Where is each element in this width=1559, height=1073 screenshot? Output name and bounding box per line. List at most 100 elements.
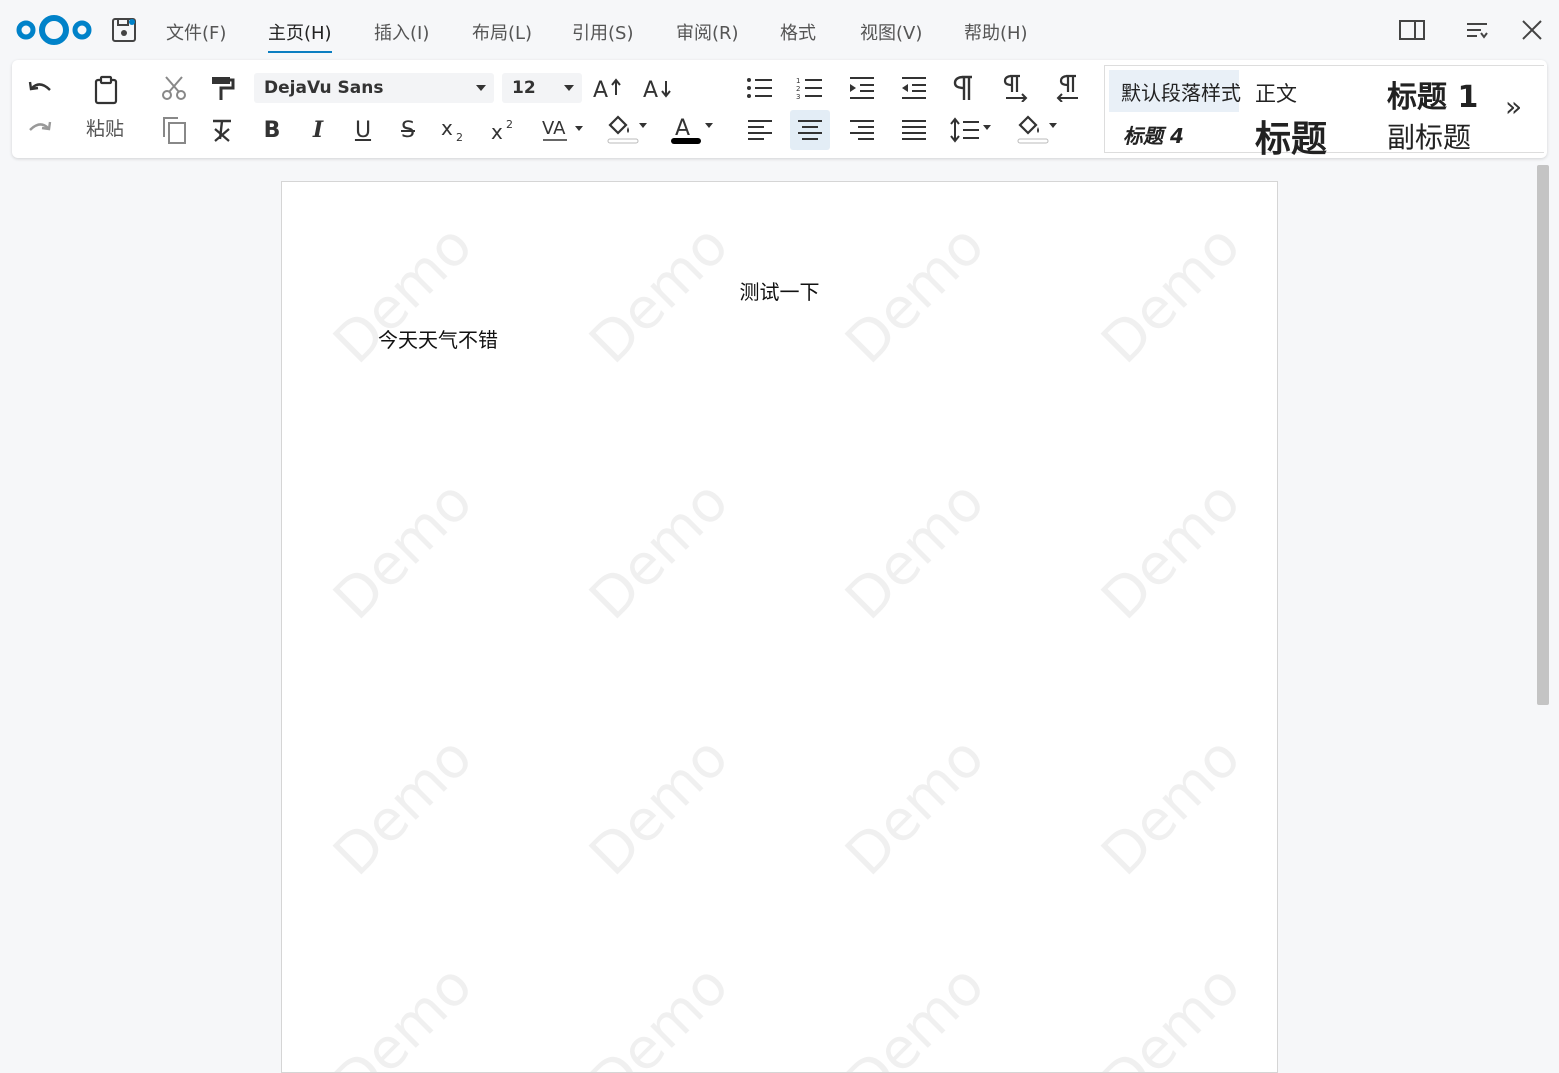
- numbered-list-button[interactable]: 123: [794, 72, 826, 104]
- shading-fill-icon: [1017, 115, 1057, 144]
- style-heading-4[interactable]: 标题 4: [1123, 120, 1184, 149]
- clear-formatting-button[interactable]: [206, 114, 238, 146]
- cut-button[interactable]: [158, 72, 190, 104]
- underline-label: U: [354, 117, 372, 143]
- grow-font-button[interactable]: A: [592, 72, 624, 104]
- svg-text:A: A: [593, 78, 608, 101]
- underline-button[interactable]: U: [347, 114, 379, 146]
- watermark: Demo: [1089, 468, 1254, 633]
- menu-layout[interactable]: 布局(L): [472, 19, 532, 45]
- bold-label: B: [263, 117, 281, 143]
- document-heading[interactable]: 测试一下: [282, 276, 1277, 305]
- shrink-font-button[interactable]: A: [642, 72, 674, 104]
- scissors-icon: [162, 76, 186, 100]
- align-center-button[interactable]: [790, 110, 830, 150]
- chevron-down-icon: [564, 85, 574, 91]
- watermark: Demo: [577, 468, 742, 633]
- clear-format-icon: [213, 119, 231, 142]
- paste-label[interactable]: 粘贴: [86, 114, 124, 141]
- decrease-indent-button[interactable]: [898, 72, 930, 104]
- svg-text:1: 1: [796, 77, 800, 85]
- svg-text:A: A: [675, 116, 690, 141]
- paragraph-shading-button[interactable]: [1014, 114, 1062, 146]
- font-family-select[interactable]: DejaVu Sans: [254, 73, 494, 103]
- bullet-list-button[interactable]: [744, 72, 776, 104]
- paint-roller-icon: [212, 77, 235, 100]
- watermark: Demo: [1089, 952, 1254, 1073]
- menu-format[interactable]: 格式: [780, 19, 816, 45]
- superscript-icon: x2: [491, 118, 513, 143]
- italic-button[interactable]: I: [302, 114, 334, 146]
- character-spacing-button[interactable]: VA: [540, 114, 588, 146]
- redo-icon: [29, 121, 52, 131]
- justify-button[interactable]: [898, 114, 930, 146]
- menu-help[interactable]: 帮助(H): [964, 19, 1028, 45]
- align-right-icon: [850, 120, 874, 140]
- svg-text:A: A: [643, 78, 658, 101]
- vertical-scrollbar[interactable]: [1537, 165, 1549, 705]
- svg-text:VA: VA: [542, 118, 566, 139]
- bold-button[interactable]: B: [256, 114, 288, 146]
- style-heading-1[interactable]: 标题 1: [1387, 72, 1478, 116]
- clipboard-icon: [94, 75, 118, 105]
- menu-insert[interactable]: 插入(I): [374, 19, 429, 45]
- grow-font-icon: A: [593, 78, 621, 101]
- paste-button[interactable]: [90, 74, 122, 106]
- redo-button[interactable]: [24, 112, 56, 144]
- save-icon[interactable]: [110, 16, 138, 44]
- font-color-button[interactable]: A: [668, 114, 716, 146]
- style-default-paragraph[interactable]: 默认段落样式: [1109, 70, 1241, 112]
- align-left-button[interactable]: [744, 114, 776, 146]
- watermark: Demo: [833, 724, 998, 889]
- watermark: Demo: [321, 468, 486, 633]
- svg-text:x: x: [441, 117, 453, 140]
- watermark: Demo: [321, 724, 486, 889]
- style-body-text[interactable]: 正文: [1255, 78, 1297, 108]
- rtl-paragraph-button[interactable]: [1052, 72, 1084, 104]
- show-formatting-marks-button[interactable]: [948, 72, 980, 104]
- watermark: Demo: [577, 952, 742, 1073]
- strikethrough-button[interactable]: S: [392, 114, 424, 146]
- watermark: Demo: [833, 952, 998, 1073]
- document-page[interactable]: Demo Demo Demo Demo Demo Demo Demo Demo …: [281, 181, 1278, 1073]
- format-painter-button[interactable]: [206, 72, 238, 104]
- align-center-icon: [798, 120, 822, 140]
- ribbon-toolbar: 粘贴 DejaVu Sans 12 A A B I U S x2 x 2 VA …: [12, 60, 1547, 160]
- watermark: Demo: [577, 724, 742, 889]
- menu-review[interactable]: 审阅(R): [676, 19, 739, 45]
- align-right-button[interactable]: [846, 114, 878, 146]
- copy-button[interactable]: [158, 114, 190, 146]
- menu-references[interactable]: 引用(S): [572, 19, 633, 45]
- justify-icon: [902, 120, 926, 140]
- close-icon[interactable]: [1518, 16, 1546, 44]
- increase-indent-button[interactable]: [846, 72, 878, 104]
- bullet-list-icon: [747, 78, 772, 98]
- style-subtitle[interactable]: 副标题: [1387, 116, 1471, 156]
- watermark: Demo: [833, 468, 998, 633]
- menu-home[interactable]: 主页(H): [268, 19, 332, 53]
- menu-bar: 文件(F) 主页(H) 插入(I) 布局(L) 引用(S) 审阅(R) 格式 视…: [0, 0, 1559, 60]
- font-size-select[interactable]: 12: [502, 73, 582, 103]
- ltr-pilcrow-icon: [1003, 74, 1028, 102]
- svg-text:2: 2: [506, 118, 513, 131]
- shrink-font-icon: A: [643, 78, 671, 101]
- highlight-color-button[interactable]: [604, 114, 652, 146]
- collapse-ribbon-icon[interactable]: [1463, 16, 1491, 44]
- subscript-button[interactable]: x2: [438, 114, 470, 146]
- align-left-icon: [748, 120, 772, 140]
- subscript-icon: x2: [441, 117, 463, 143]
- style-gallery: 默认段落样式 正文 标题 1 标题 4 标题 副标题: [1104, 65, 1544, 160]
- sidebar-toggle-icon[interactable]: [1398, 16, 1426, 44]
- undo-icon: [28, 81, 51, 91]
- superscript-button[interactable]: x2: [488, 114, 520, 146]
- svg-text:2: 2: [456, 131, 463, 143]
- menu-file[interactable]: 文件(F): [166, 19, 226, 45]
- line-spacing-button[interactable]: [948, 114, 996, 146]
- more-styles-button[interactable]: »: [1505, 90, 1522, 123]
- style-title[interactable]: 标题: [1255, 110, 1327, 162]
- menu-view[interactable]: 视图(V): [860, 19, 922, 45]
- nextcloud-logo-icon[interactable]: [16, 13, 92, 47]
- ltr-paragraph-button[interactable]: [1000, 72, 1032, 104]
- document-paragraph[interactable]: 今天天气不错: [378, 324, 498, 353]
- undo-button[interactable]: [24, 72, 56, 104]
